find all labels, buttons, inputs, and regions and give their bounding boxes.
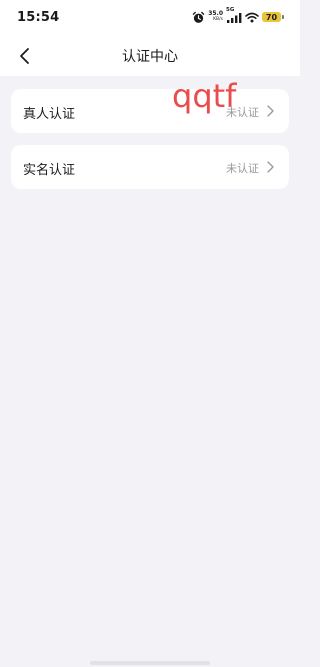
battery-icon: 70	[262, 12, 284, 22]
page-title: 认证中心	[122, 49, 178, 65]
cellular-signal: 5G	[226, 7, 242, 23]
real-name-verification-item[interactable]: 实名认证 未认证	[11, 145, 289, 189]
status-time: 15:54	[17, 10, 60, 25]
home-indicator[interactable]	[90, 661, 210, 665]
chevron-right-icon	[267, 161, 274, 173]
status-bar: 15:54 35.0 KB/s 5G 70	[0, 0, 300, 36]
card-label: 真人认证	[23, 107, 76, 122]
verification-status: 未认证	[226, 162, 259, 175]
chevron-right-icon	[267, 105, 274, 117]
wifi-icon	[245, 12, 259, 22]
network-speed-unit: KB/s	[213, 17, 223, 22]
card-label: 实名认证	[23, 163, 76, 178]
network-speed: 35.0 KB/s	[208, 11, 223, 23]
system-icons: 35.0 KB/s 5G 70	[192, 7, 284, 25]
battery-cap	[282, 15, 284, 19]
navigation-bar: 认证中心	[0, 36, 300, 76]
real-person-verification-item[interactable]: 真人认证 未认证	[11, 89, 289, 133]
battery-level: 70	[262, 12, 281, 22]
signal-icon	[227, 13, 242, 23]
verification-status: 未认证	[226, 106, 259, 119]
alarm-icon	[192, 11, 205, 23]
